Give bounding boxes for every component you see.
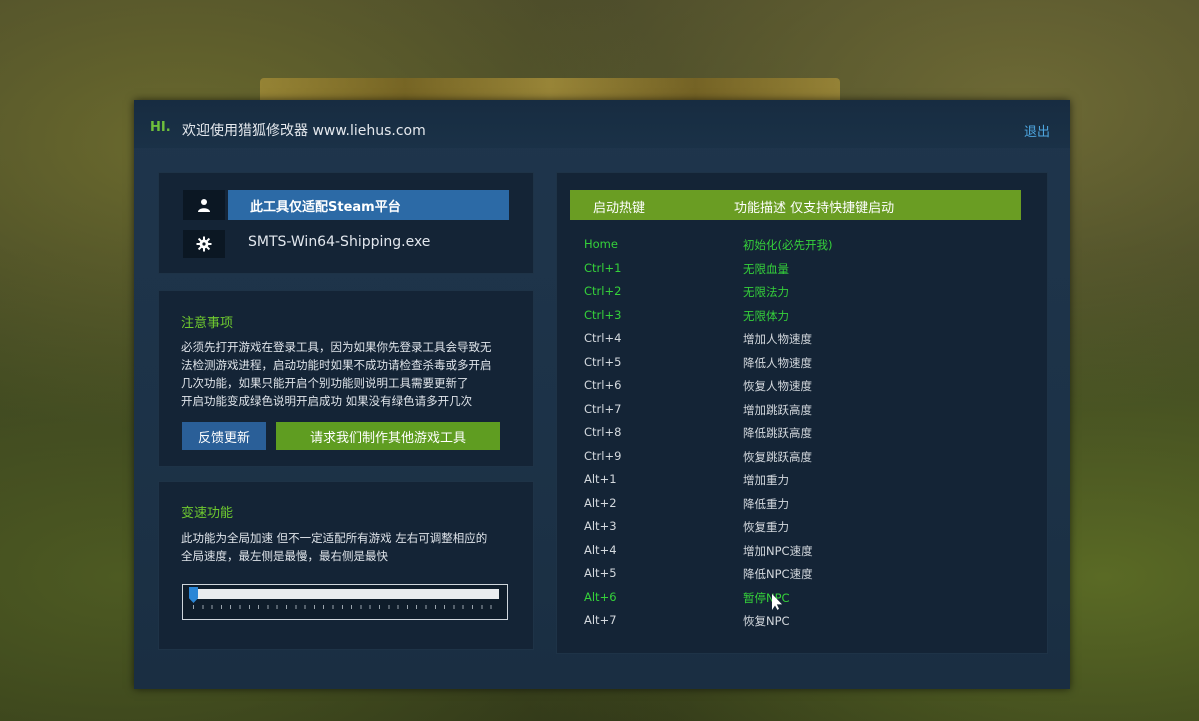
hotkey-key: Alt+6 xyxy=(584,589,617,604)
speed-description: 全局速度，最左侧是最慢，最右侧是最快 xyxy=(181,549,388,563)
hotkey-key: Ctrl+2 xyxy=(584,284,622,298)
hotkey-row[interactable]: Alt+5 降低NPC速度 xyxy=(584,566,1004,586)
hotkey-row[interactable]: Ctrl+3 无限体力 xyxy=(584,308,1004,328)
notice-line: 必须先打开游戏在登录工具，因为如果你先登录工具会导致无 xyxy=(181,340,492,354)
hotkey-row[interactable]: Ctrl+1 无限血量 xyxy=(584,261,1004,281)
hotkey-description: 初始化(必先开我) xyxy=(743,238,833,252)
hi-label: HI. xyxy=(150,120,171,135)
speed-panel: 变速功能 此功能为全局加速 但不一定适配所有游戏 左右可调整相应的 全局速度，最… xyxy=(158,481,534,650)
hotkey-description: 无限体力 xyxy=(743,308,789,323)
hotkey-key: Ctrl+4 xyxy=(584,331,622,345)
slider-thumb[interactable] xyxy=(189,587,198,603)
hotkey-row[interactable]: Ctrl+5 降低人物速度 xyxy=(584,355,1004,375)
hotkey-description: 无限法力 xyxy=(743,285,789,299)
hotkey-row[interactable]: Alt+1 增加重力 xyxy=(584,472,1004,492)
hotkey-key: Alt+7 xyxy=(584,613,617,627)
hotkey-row[interactable]: Ctrl+8 降低跳跃高度 xyxy=(584,425,1004,445)
feedback-button[interactable]: 反馈更新 xyxy=(182,422,266,450)
slider-track xyxy=(191,589,499,599)
notice-line: 开启功能变成绿色说明开启成功 如果没有绿色请多开几次 xyxy=(181,394,473,408)
hotkey-key: Alt+2 xyxy=(584,495,617,510)
hotkey-row[interactable]: Ctrl+6 恢复人物速度 xyxy=(584,378,1004,398)
hotkey-description: 恢复NPC xyxy=(743,614,790,628)
steam-platform-label: 此工具仅适配Steam平台 xyxy=(228,190,509,220)
gear-icon xyxy=(183,230,225,258)
hotkey-description: 降低NPC速度 xyxy=(743,567,813,581)
slider-ticks xyxy=(193,605,499,609)
hotkey-panel: 启动热键 功能描述 仅支持快捷键启动 Home 初始化(必先开我) Ctrl+1 无限… xyxy=(556,172,1048,654)
hotkey-description: 恢复重力 xyxy=(743,520,789,534)
hotkey-row[interactable]: Ctrl+2 无限法力 xyxy=(584,284,1004,304)
welcome-text: 欢迎使用猎狐修改器 www.liehus.com xyxy=(182,123,426,139)
hotkey-row[interactable]: Alt+6 暂停NPC xyxy=(584,590,1004,610)
hotkey-key: Ctrl+7 xyxy=(584,401,622,416)
request-tool-button[interactable]: 请求我们制作其他游戏工具 xyxy=(276,422,500,450)
hotkey-description: 降低人物速度 xyxy=(743,355,812,370)
hotkey-key: Alt+5 xyxy=(584,566,617,580)
hotkey-key: Ctrl+1 xyxy=(584,260,622,275)
speed-title: 变速功能 xyxy=(181,506,234,521)
hotkey-key: Ctrl+5 xyxy=(584,354,622,369)
hotkey-key: Alt+3 xyxy=(584,519,617,533)
hotkey-key: Alt+1 xyxy=(584,472,617,486)
hotkey-row[interactable]: Ctrl+7 增加跳跃高度 xyxy=(584,402,1004,422)
notice-line: 法检测游戏进程，启动功能时如果不成功请检查杀毒或多开启 xyxy=(181,358,492,372)
hotkey-description: 增加重力 xyxy=(743,473,789,487)
notice-panel: 注意事项 必须先打开游戏在登录工具，因为如果你先登录工具会导致无 法检测游戏进程… xyxy=(158,290,534,467)
notice-title: 注意事项 xyxy=(181,316,234,331)
hotkey-description: 恢复跳跃高度 xyxy=(743,449,812,464)
speed-slider[interactable] xyxy=(182,584,508,620)
hotkey-description: 无限血量 xyxy=(743,261,789,276)
hotkey-column-desc: 功能描述 仅支持快捷键启动 xyxy=(734,201,895,216)
speed-description: 此功能为全局加速 但不一定适配所有游戏 左右可调整相应的 xyxy=(181,531,488,545)
hotkey-row[interactable]: Alt+4 增加NPC速度 xyxy=(584,543,1004,563)
process-name: SMTS-Win64-Shipping.exe xyxy=(248,234,431,250)
hotkey-key: Ctrl+8 xyxy=(584,425,622,439)
hotkey-column-key: 启动热键 xyxy=(593,201,646,216)
hotkey-key: Home xyxy=(584,237,618,251)
notice-line: 几次功能，如果只能开启个别功能则说明工具需要更新了 xyxy=(181,376,469,390)
hotkey-description: 增加跳跃高度 xyxy=(743,402,812,417)
hotkey-description: 恢复人物速度 xyxy=(743,379,812,393)
hotkey-description: 暂停NPC xyxy=(743,590,790,605)
hotkey-row[interactable]: Home 初始化(必先开我) xyxy=(584,237,1004,257)
hotkey-header: 启动热键 功能描述 仅支持快捷键启动 xyxy=(570,190,1021,220)
trainer-window: HI. 欢迎使用猎狐修改器 www.liehus.com 退出 此工具仅适配St… xyxy=(134,100,1070,689)
hotkey-row[interactable]: Ctrl+9 恢复跳跃高度 xyxy=(584,449,1004,469)
hotkey-row[interactable]: Alt+3 恢复重力 xyxy=(584,519,1004,539)
user-icon xyxy=(183,190,225,220)
hotkey-description: 增加人物速度 xyxy=(743,332,812,346)
hotkey-description: 降低跳跃高度 xyxy=(743,426,812,440)
hotkey-row[interactable]: Alt+7 恢复NPC xyxy=(584,613,1004,633)
hotkey-key: Ctrl+9 xyxy=(584,448,622,463)
hotkey-key: Alt+4 xyxy=(584,542,617,557)
hotkey-description: 降低重力 xyxy=(743,496,789,511)
hotkey-row[interactable]: Alt+2 降低重力 xyxy=(584,496,1004,516)
exit-button[interactable]: 退出 xyxy=(1024,121,1050,140)
hotkey-description: 增加NPC速度 xyxy=(743,543,813,558)
title-bar: HI. 欢迎使用猎狐修改器 www.liehus.com 退出 xyxy=(134,100,1070,148)
hotkey-key: Ctrl+6 xyxy=(584,378,622,392)
hotkey-key: Ctrl+3 xyxy=(584,307,622,322)
hotkey-row[interactable]: Ctrl+4 增加人物速度 xyxy=(584,331,1004,351)
platform-panel: 此工具仅适配Steam平台 SMTS-Win64-Shipping.exe xyxy=(158,172,534,274)
